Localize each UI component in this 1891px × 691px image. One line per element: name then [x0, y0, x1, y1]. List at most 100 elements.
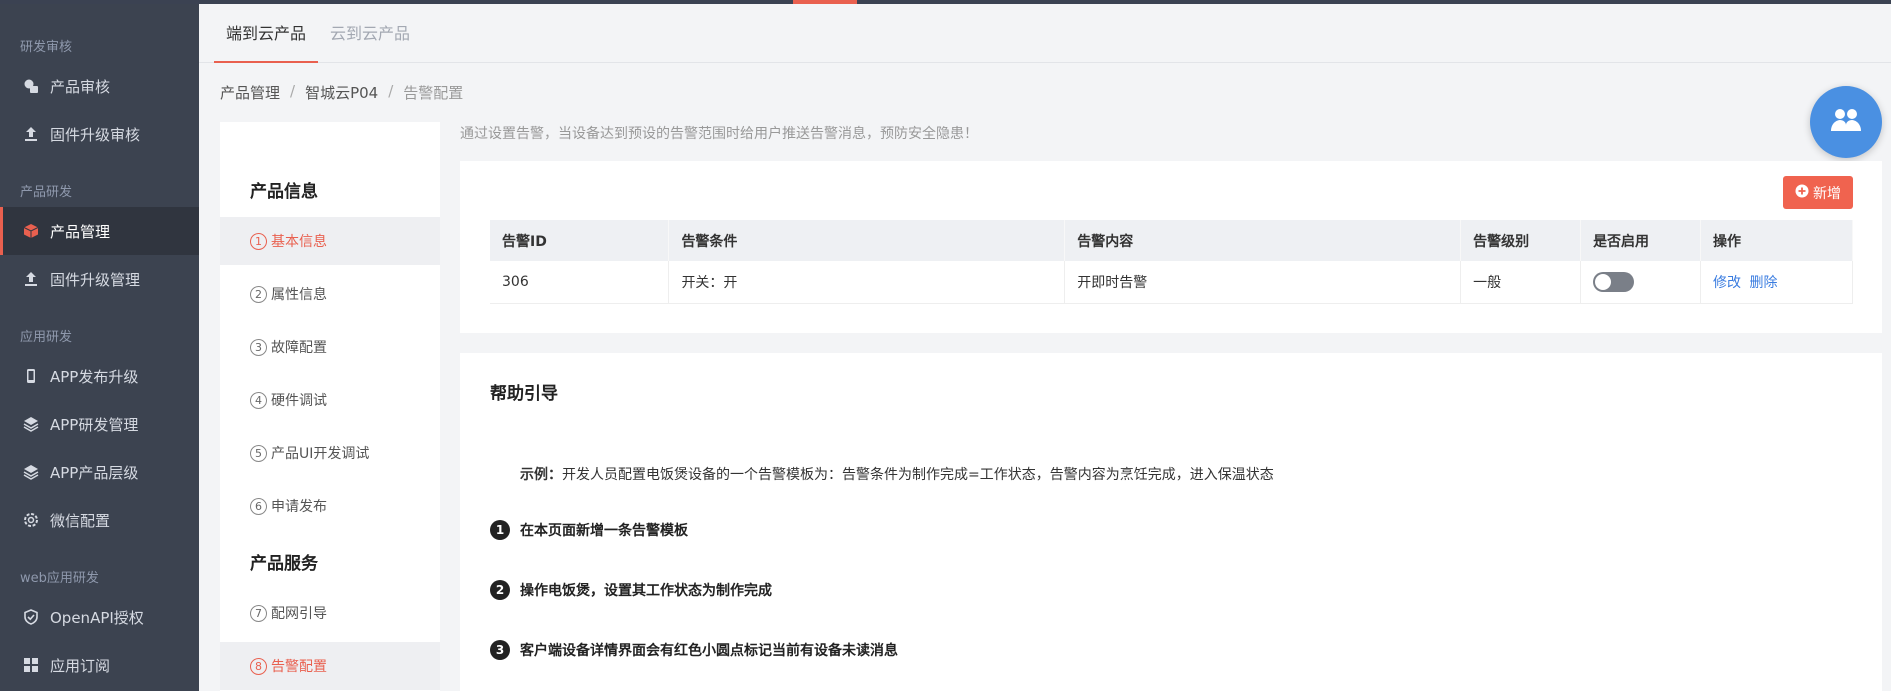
table-header-row: 告警ID 告警条件 告警内容 告警级别 是否启用 操作 [490, 220, 1853, 261]
sidebar-item-product-management[interactable]: 产品管理 [0, 207, 199, 255]
sidebar-item-firmware-management[interactable]: 固件升级管理 [0, 255, 199, 303]
steps-group-title: 产品服务 [250, 554, 318, 574]
breadcrumb: 产品管理 / 智城云P04 / 告警配置 [220, 82, 463, 103]
step-label: 申请发布 [271, 499, 327, 515]
example-text: 开发人员配置电饭煲设备的一个告警模板为：告警条件为制作完成=工作状态，告警内容为… [562, 467, 1274, 483]
sidebar-section-title: 产品研发 [20, 185, 73, 200]
layers-icon [22, 415, 40, 433]
step-property-info[interactable]: 2 属性信息 [220, 270, 440, 318]
upload-icon [22, 270, 40, 288]
alarm-tip-text: 通过设置告警，当设备达到预设的告警范围时给用户推送告警消息，预防安全隐患！ [460, 126, 978, 142]
sidebar-item-label: 固件升级管理 [50, 270, 141, 289]
gear-icon [22, 511, 40, 529]
sidebar-item-product-review[interactable]: 产品审核 [0, 62, 199, 110]
sidebar-item-label: 产品管理 [50, 222, 111, 241]
step-number: 2 [250, 285, 267, 303]
column-header: 告警条件 [668, 220, 1066, 261]
sidebar-item-label: APP产品层级 [50, 463, 139, 482]
sidebar-item-label: APP发布升级 [50, 367, 139, 386]
cube-icon [22, 222, 40, 240]
step-label: 属性信息 [271, 287, 327, 303]
help-step-text: 客户端设备详情界面会有红色小圆点标记当前有设备未读消息 [520, 643, 898, 659]
sidebar-item-app-level[interactable]: APP产品层级 [0, 448, 199, 496]
step-label: 故障配置 [271, 340, 327, 356]
edit-link[interactable]: 修改 [1713, 275, 1741, 291]
step-number: 8 [250, 657, 267, 675]
plus-circle-icon [1795, 184, 1809, 202]
sidebar-item-label: APP研发管理 [50, 415, 139, 434]
column-header: 告警内容 [1064, 220, 1462, 261]
sidebar-item-wechat-config[interactable]: 微信配置 [0, 496, 199, 544]
column-header: 是否启用 [1580, 220, 1702, 261]
product-steps-panel: 产品信息 1 基本信息 2 属性信息 3 故障配置 4 硬件调试 5 产品UI开… [220, 122, 440, 691]
product-type-tabs: 端到云产品 云到云产品 [199, 4, 1891, 63]
sidebar-section-title: 应用研发 [20, 330, 73, 345]
step-alarm-config[interactable]: 8 告警配置 [220, 642, 440, 690]
breadcrumb-separator: / [388, 82, 394, 100]
sidebar-item-subscription[interactable]: 应用订阅 [0, 641, 199, 689]
alarm-content-cell: 开即时告警 [1064, 261, 1462, 304]
layers-icon [22, 463, 40, 481]
step-hardware-debug[interactable]: 4 硬件调试 [220, 376, 440, 424]
add-alarm-button[interactable]: 新增 [1783, 176, 1853, 209]
sidebar-item-label: 微信配置 [50, 511, 111, 530]
steps-group-title: 产品信息 [250, 182, 318, 202]
breadcrumb-item[interactable]: 产品管理 [220, 82, 280, 103]
alarm-table: 告警ID 告警条件 告警内容 告警级别 是否启用 操作 306 开关：开 开即时… [490, 220, 1853, 304]
sidebar-item-label: 产品审核 [50, 77, 111, 96]
sidebar-item-openapi[interactable]: OpenAPI授权 [0, 593, 199, 641]
sidebar-item-label: 应用订阅 [50, 656, 111, 675]
sidebar-item-app-release[interactable]: APP发布升级 [0, 352, 199, 400]
step-badge: 2 [490, 580, 510, 600]
table-row: 306 开关：开 开即时告警 一般 修改 删除 [490, 261, 1853, 304]
help-step-text: 操作电饭煲，设置其工作状态为制作完成 [520, 583, 772, 599]
step-network-guide[interactable]: 7 配网引导 [220, 589, 440, 637]
alarm-card: 新增 告警ID 告警条件 告警内容 告警级别 是否启用 操作 306 开关：开 … [460, 161, 1882, 333]
step-number: 6 [250, 497, 267, 515]
help-example: 示例：开发人员配置电饭煲设备的一个告警模板为：告警条件为制作完成=工作状态，告警… [520, 464, 1274, 484]
sidebar: 研发审核 产品审核 固件升级审核 产品研发 产品管理 固件升级管理 应用研发 A… [0, 4, 199, 691]
help-step: 1 在本页面新增一条告警模板 [490, 520, 688, 540]
step-number: 5 [250, 444, 267, 462]
help-step: 2 操作电饭煲，设置其工作状态为制作完成 [490, 580, 772, 600]
sidebar-section-title: 研发审核 [20, 40, 73, 55]
step-ui-debug[interactable]: 5 产品UI开发调试 [220, 429, 440, 477]
sidebar-item-label: 固件升级审核 [50, 125, 141, 144]
users-icon [1829, 107, 1863, 137]
step-badge: 1 [490, 520, 510, 540]
sidebar-item-firmware-review[interactable]: 固件升级审核 [0, 110, 199, 158]
phone-icon [22, 367, 40, 385]
alarm-condition-cell: 开关：开 [668, 261, 1066, 304]
step-badge: 3 [490, 640, 510, 660]
tab-cloud-to-cloud[interactable]: 云到云产品 [318, 4, 422, 63]
step-number: 3 [250, 338, 267, 356]
step-fault-config[interactable]: 3 故障配置 [220, 323, 440, 371]
breadcrumb-current: 告警配置 [403, 84, 464, 102]
breadcrumb-item[interactable]: 智城云P04 [305, 82, 378, 103]
sidebar-section-title: web应用研发 [20, 571, 99, 586]
step-label: 产品UI开发调试 [271, 446, 370, 462]
step-label: 硬件调试 [271, 393, 327, 409]
step-publish[interactable]: 6 申请发布 [220, 482, 440, 530]
enabled-cell [1580, 261, 1702, 304]
step-number: 7 [250, 604, 267, 622]
add-button-label: 新增 [1813, 185, 1841, 202]
enable-toggle[interactable] [1593, 271, 1635, 292]
step-number: 1 [250, 232, 267, 250]
alarm-id-cell: 306 [490, 261, 670, 304]
help-step-text: 在本页面新增一条告警模板 [520, 523, 688, 539]
column-header: 操作 [1700, 220, 1853, 261]
tab-device-to-cloud[interactable]: 端到云产品 [214, 4, 319, 63]
contact-fab-button[interactable] [1810, 86, 1882, 158]
sidebar-item-app-dev[interactable]: APP研发管理 [0, 400, 199, 448]
delete-link[interactable]: 删除 [1749, 275, 1777, 291]
step-number: 4 [250, 391, 267, 409]
step-label: 配网引导 [271, 606, 327, 622]
column-header: 告警级别 [1460, 220, 1582, 261]
help-title: 帮助引导 [490, 384, 558, 404]
step-basic-info[interactable]: 1 基本信息 [220, 217, 440, 265]
breadcrumb-separator: / [290, 82, 296, 100]
shield-icon [22, 608, 40, 626]
help-step: 3 客户端设备详情界面会有红色小圆点标记当前有设备未读消息 [490, 640, 898, 660]
alarm-level-cell: 一般 [1460, 261, 1582, 304]
